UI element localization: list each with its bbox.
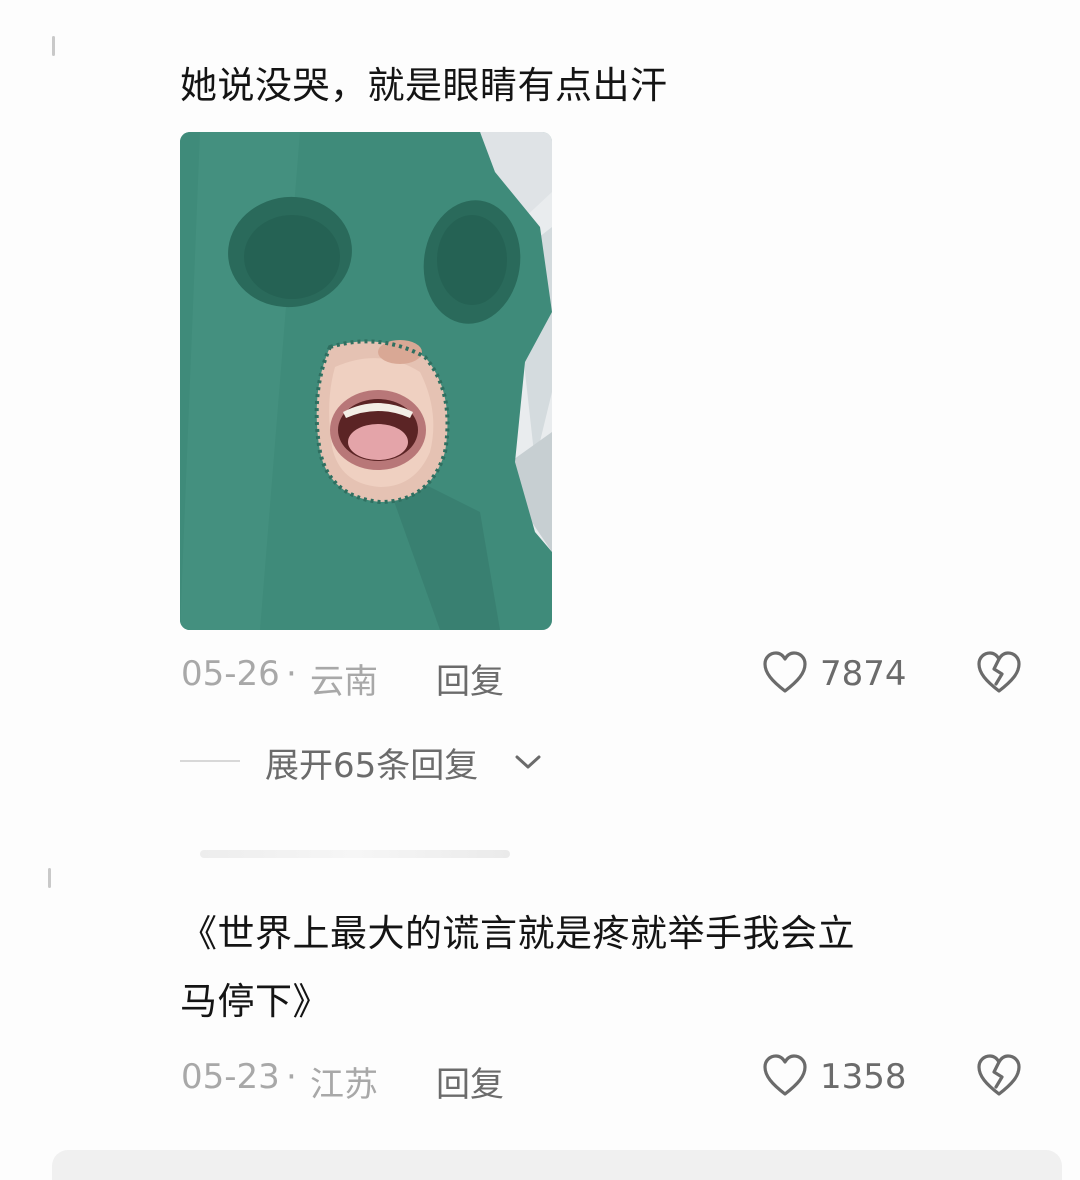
expand-divider bbox=[180, 760, 240, 762]
comment-text: 她说没哭，就是眼睛有点出汗 bbox=[180, 64, 668, 107]
broken-heart-icon[interactable] bbox=[976, 1053, 1022, 1097]
blurred-username bbox=[200, 850, 510, 858]
expand-replies-label: 展开65条回复 bbox=[265, 746, 479, 786]
broken-heart-icon[interactable] bbox=[976, 650, 1022, 694]
heart-outline-icon[interactable] bbox=[762, 650, 808, 694]
like-count: 7874 bbox=[820, 654, 907, 694]
comment-text-line: 《世界上最大的谎言就是疼就举手我会立 bbox=[180, 912, 855, 955]
left-edge-mark bbox=[48, 868, 51, 888]
comment-date: 05-23 bbox=[181, 1057, 280, 1097]
comment-location: 云南 bbox=[310, 662, 378, 702]
expand-replies-button[interactable]: 展开65条回复 bbox=[265, 738, 478, 787]
meta-separator: · bbox=[286, 654, 297, 694]
bottom-input-bar[interactable] bbox=[52, 1150, 1062, 1180]
comment-text-line: 马停下》 bbox=[180, 980, 330, 1023]
heart-outline-icon[interactable] bbox=[762, 1053, 808, 1097]
comment-location: 江苏 bbox=[310, 1065, 378, 1105]
chevron-down-icon[interactable] bbox=[514, 752, 542, 772]
meta-separator: · bbox=[286, 1057, 297, 1097]
comment-photo[interactable] bbox=[180, 132, 552, 630]
reply-button[interactable]: 回复 bbox=[436, 1057, 504, 1106]
reply-button[interactable]: 回复 bbox=[436, 654, 504, 703]
comment-date: 05-26 bbox=[181, 654, 280, 694]
left-edge-mark bbox=[52, 36, 55, 56]
like-count: 1358 bbox=[820, 1057, 907, 1097]
